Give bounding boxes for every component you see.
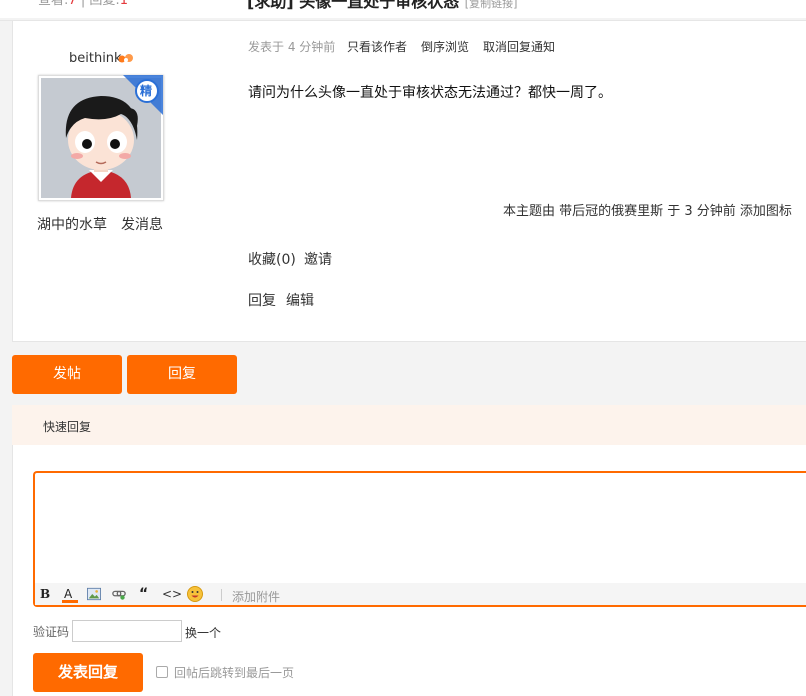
thread-title-text: [求助] 头像一直处于审核状态 xyxy=(247,0,460,11)
toolbar-divider xyxy=(221,589,222,601)
author-username[interactable]: beithink xyxy=(69,51,122,66)
moderation-notice: 本主题由 带后冠的俄赛里斯 于 3 分钟前 添加图标 xyxy=(503,204,792,219)
new-post-button[interactable]: 发帖 xyxy=(12,355,122,394)
reverse-order-link[interactable]: 倒序浏览 xyxy=(421,38,469,55)
quick-reply-title: 快速回复 xyxy=(43,420,92,434)
stats-divider: | xyxy=(80,0,86,8)
thread-title: [求助] 头像一直处于审核状态 [复制链接] xyxy=(247,0,517,12)
image-icon[interactable] xyxy=(87,587,101,601)
replies-label: 回复: xyxy=(89,0,120,8)
replies-count: 1 xyxy=(119,0,129,8)
quick-reply-header xyxy=(12,405,806,445)
editor-toolbar xyxy=(35,583,806,605)
author-group[interactable]: 湖中的水草 xyxy=(37,214,107,234)
invite-link[interactable]: 邀请 xyxy=(304,249,332,269)
captcha-label: 验证码 xyxy=(33,625,70,639)
add-attachment-link[interactable]: 添加附件 xyxy=(232,588,280,605)
post-time: 发表于 4 分钟前 xyxy=(248,40,336,54)
jump-last-label[interactable]: 回帖后跳转到最后一页 xyxy=(174,664,294,681)
captcha-input[interactable] xyxy=(72,620,182,642)
reply-button[interactable]: 回复 xyxy=(127,355,237,394)
emoji-icon[interactable] xyxy=(187,586,203,602)
featured-badge-label: 精 xyxy=(140,84,153,98)
font-color-swatch xyxy=(62,600,78,603)
code-icon[interactable]: <> xyxy=(162,587,182,601)
submit-reply-button[interactable]: 发表回复 xyxy=(33,653,143,692)
online-status-icon xyxy=(118,54,133,63)
only-author-link[interactable]: 只看该作者 xyxy=(347,38,407,55)
thread-header: 查看:7 | 回复:1 [求助] 头像一直处于审核状态 [复制链接] xyxy=(0,0,806,18)
font-color-glyph: A xyxy=(64,587,73,601)
copy-link[interactable]: [复制链接] xyxy=(465,0,518,10)
send-message-link[interactable]: 发消息 xyxy=(121,214,163,234)
favorite-link[interactable]: 收藏(0) xyxy=(248,249,296,269)
thread-stats: 查看:7 | 回复:1 xyxy=(38,0,128,8)
link-icon[interactable] xyxy=(112,587,126,601)
cancel-notify-link[interactable]: 取消回复通知 xyxy=(483,38,555,55)
bold-icon[interactable]: B xyxy=(40,587,50,601)
reply-link[interactable]: 回复 xyxy=(248,290,276,310)
jump-last-checkbox[interactable] xyxy=(156,666,168,678)
edit-link[interactable]: 编辑 xyxy=(286,290,314,310)
views-label: 查看: xyxy=(38,0,69,8)
font-color-icon[interactable]: A xyxy=(62,587,78,603)
views-count: 7 xyxy=(68,0,77,8)
quote-icon[interactable]: “ xyxy=(139,586,148,602)
captcha-refresh-link[interactable]: 换一个 xyxy=(185,624,221,641)
post-content: 请问为什么头像一直处于审核状态无法通过？都快一周了。 xyxy=(248,85,612,101)
featured-badge: 精 xyxy=(121,75,163,115)
